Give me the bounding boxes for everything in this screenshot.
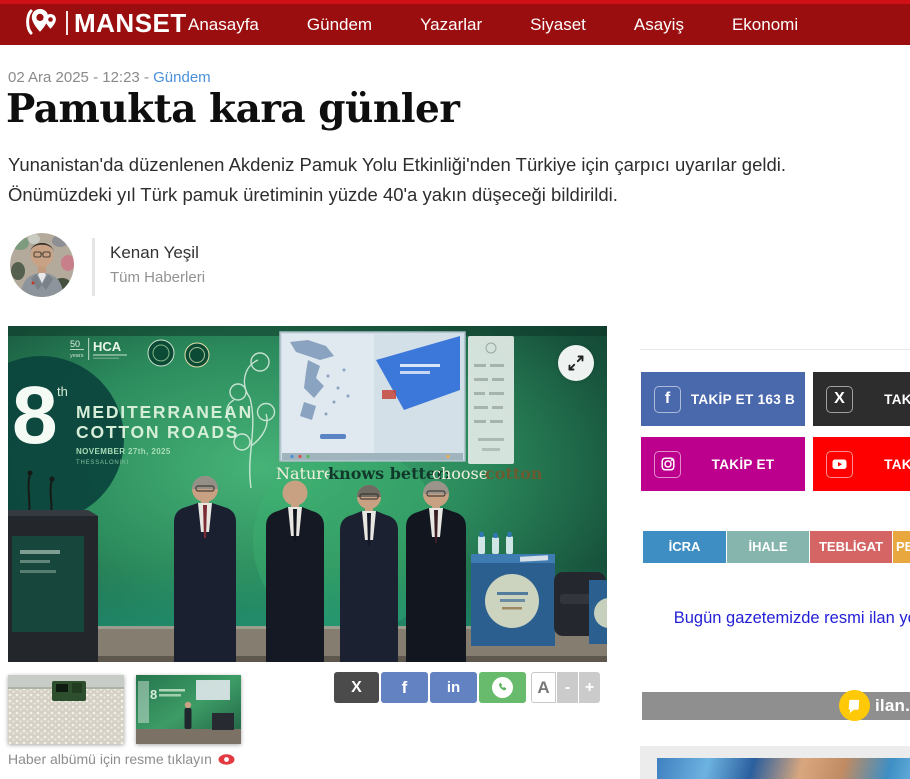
nav-item-anasayfa[interactable]: Anasayfa [188,15,259,35]
album-caption: Haber albümü için resme tıklayın [8,751,235,767]
news-article-page: MANSET Anasayfa Gündem Yazarlar Siyaset … [0,0,910,779]
article-meta: 02 Ara 2025 - 12:23 - Gündem [8,69,211,86]
tab-tebligat[interactable]: TEBLİGAT [810,531,892,563]
nav-item-siyaset[interactable]: Siyaset [530,15,586,35]
image-expand-button[interactable] [558,345,594,381]
album-thumbnail-cotton-field[interactable] [8,675,124,744]
youtube-icon [826,451,853,478]
official-notice-text[interactable]: Bugün gazetemizde resmi ilan yoktur [640,609,910,628]
ilan-gov-icon [839,690,870,721]
ilan-gov-bar[interactable]: ilan.gov.tr [642,692,910,720]
follow-instagram-button[interactable]: TAKİP ET [641,437,805,491]
font-increase-button[interactable]: + [579,672,600,703]
share-x-button[interactable]: X [334,672,379,703]
author-divider [92,238,95,296]
sidebar-divider [640,349,910,350]
stage-photo: 8 [136,675,241,744]
author-name[interactable]: Kenan Yeşil [110,243,199,263]
album-caption-text: Haber albümü için resme tıklayın [8,751,212,767]
tab-ihale[interactable]: İHALE [727,531,809,563]
article-title: Pamukta kara günler [6,86,459,132]
instagram-icon [654,451,681,478]
hero-edition-suffix: th [57,384,68,399]
font-size-button[interactable]: A [531,672,556,703]
hero-event-city: THESSALONIKI [76,460,129,466]
svg-text:8: 8 [150,687,157,702]
share-facebook-button[interactable]: f [381,672,428,703]
minus-icon: - [565,679,570,697]
font-size-label: A [537,678,549,698]
follow-x-button[interactable]: X TAKİP ET [813,372,910,426]
follow-youtube-label: TAKİP ET [853,457,910,472]
expand-arrows-icon [563,350,589,376]
sponsor-panel [468,336,514,464]
cotton-field-photo [8,675,124,744]
slogan-nature: Nature [276,464,333,483]
projection-screen [280,332,465,461]
facebook-icon: f [654,386,681,413]
article-main-image[interactable]: 8 th MEDITERRANEAN COTTON ROADS NOVEMBER… [8,326,607,662]
meta-separator: - [144,69,153,86]
plus-icon: + [585,679,594,697]
follow-facebook-button[interactable]: f TAKİP ET 163 B [641,372,805,426]
hero-edition-number: 8 [12,370,58,461]
site-logo-text: MANSET [74,10,187,36]
facebook-icon: f [402,678,408,698]
article-date: 02 Ara 2025 - 12:23 [8,69,140,86]
author-avatar[interactable] [10,233,74,297]
hero-event-date: NOVEMBER 27th, 2025 [76,447,171,456]
font-decrease-button[interactable]: - [557,672,578,703]
hero-slogan: Nature knows better: choose cotton [276,464,543,483]
follow-x-label: TAKİP ET [853,392,910,407]
logo-divider [66,11,68,35]
share-linkedin-button[interactable]: in [430,672,477,703]
second-table [589,580,607,644]
svg-text:HCA: HCA [93,339,122,354]
tab-icra[interactable]: İCRA [643,531,726,563]
article-category-link[interactable]: Gündem [153,69,211,86]
right-sidebar: f TAKİP ET 163 B X TAKİP ET TAKİP ET [640,0,910,779]
author-all-news-link[interactable]: Tüm Haberleri [110,269,205,286]
hero-title-line2: COTTON ROADS [76,422,239,442]
x-icon: X [826,386,853,413]
slogan-choose: choose [432,464,488,483]
share-whatsapp-button[interactable] [479,672,526,703]
slogan-cotton: cotton [485,464,543,483]
svg-text:years: years [70,353,84,359]
ilan-gov-text: ilan.gov.tr [875,696,910,716]
whatsapp-icon [492,677,513,698]
linkedin-icon: in [447,679,460,696]
eye-icon [218,754,235,765]
album-thumbnail-stage[interactable]: 8 [136,675,241,744]
nav-item-yazarlar[interactable]: Yazarlar [420,15,482,35]
nav-item-gundem[interactable]: Gündem [307,15,372,35]
x-icon: X [351,679,362,697]
follow-facebook-label: TAKİP ET 163 B [681,392,805,407]
conference-photo: 8 th MEDITERRANEAN COTTON ROADS NOVEMBER… [8,326,607,662]
site-logo[interactable]: MANSET [26,8,187,37]
author-photo [10,233,74,297]
tab-pe[interactable]: PE [893,531,910,563]
next-article-image[interactable] [657,758,910,779]
manset-pin-icon [26,8,60,37]
follow-youtube-button[interactable]: TAKİP ET [813,437,910,491]
follow-instagram-label: TAKİP ET [681,457,805,472]
svg-text:50: 50 [70,339,80,349]
next-content-panel [640,746,910,779]
